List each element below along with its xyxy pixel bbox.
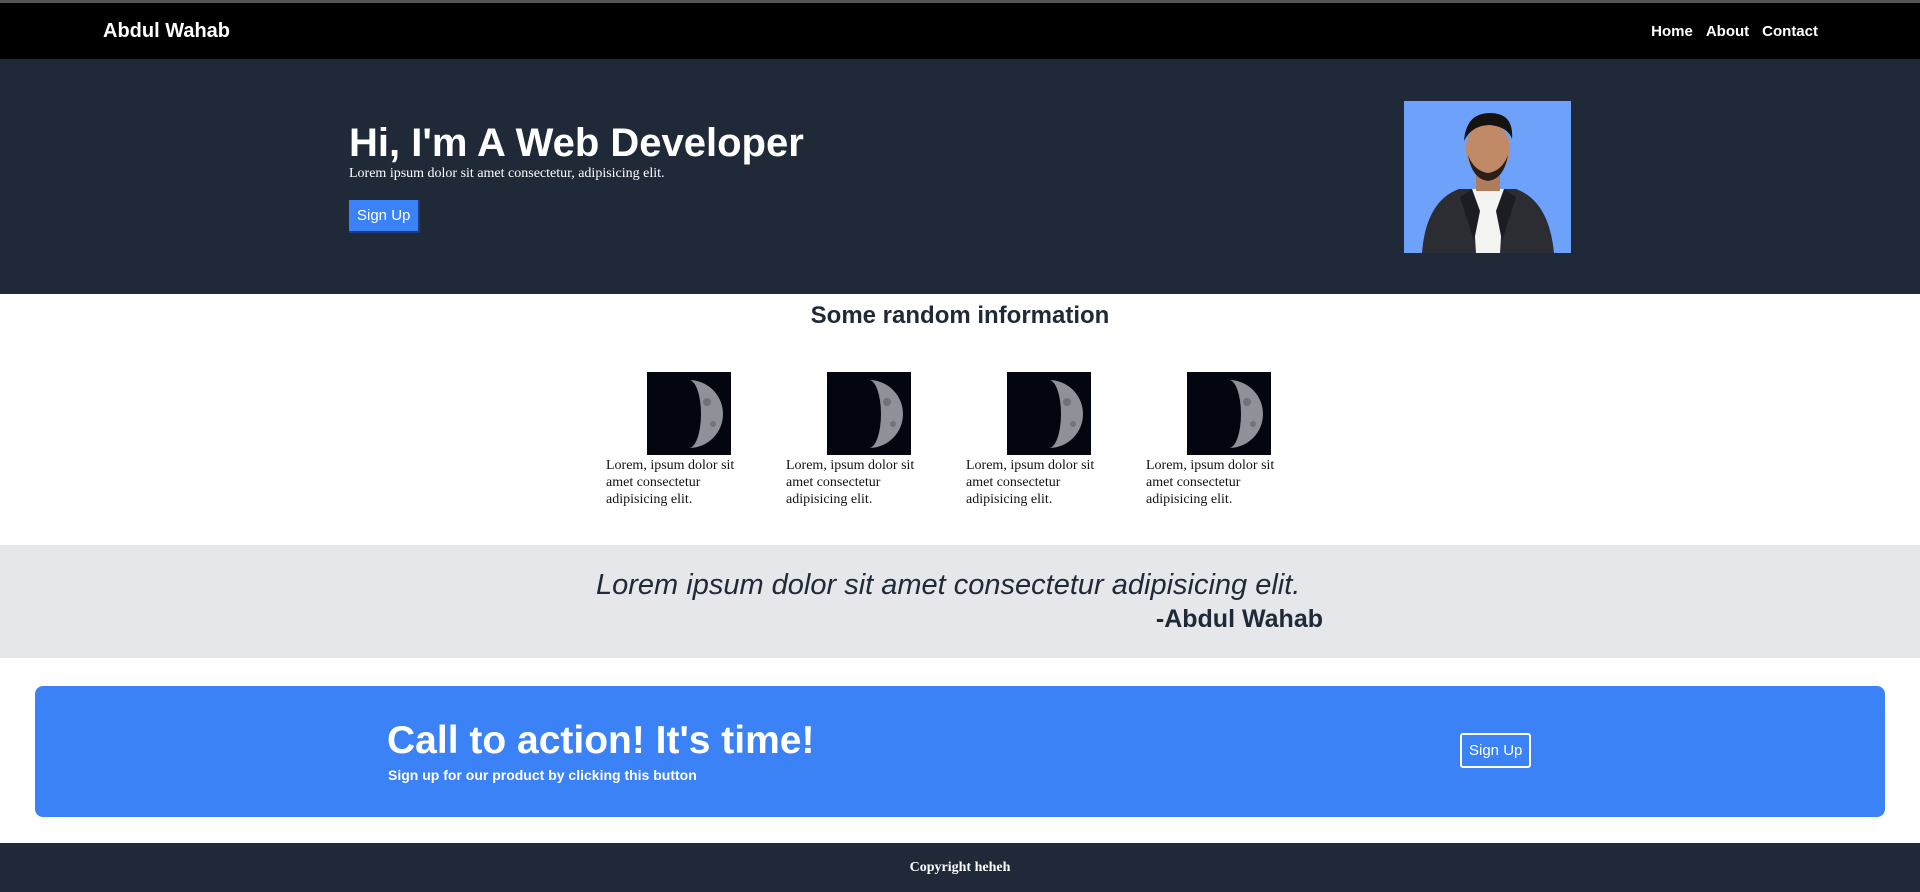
moon-image	[647, 372, 731, 455]
cta-box: Call to action! It's time! Sign up for o…	[35, 686, 1885, 817]
cta-subtitle: Sign up for our product by clicking this…	[388, 767, 697, 783]
nav-links: Home About Contact	[1651, 23, 1818, 40]
info-title: Some random information	[810, 302, 1110, 329]
info-card: Lorem, ipsum dolor sit amet consectetur …	[966, 372, 1106, 508]
cta-signup-button[interactable]: Sign Up	[1460, 733, 1532, 768]
profile-photo	[1404, 101, 1571, 253]
quote-section: Lorem ipsum dolor sit amet consectetur a…	[0, 545, 1920, 658]
hero-subtitle: Lorem ipsum dolor sit amet consectetur, …	[349, 166, 665, 181]
info-section: Some random information Lorem, ipsum dol…	[0, 294, 1920, 545]
info-card: Lorem, ipsum dolor sit amet consectetur …	[1146, 372, 1286, 508]
nav-link-about[interactable]: About	[1706, 23, 1749, 40]
cta-section: Call to action! It's time! Sign up for o…	[0, 658, 1920, 843]
info-card: Lorem, ipsum dolor sit amet consectetur …	[606, 372, 746, 508]
brand-logo[interactable]: Abdul Wahab	[103, 20, 230, 43]
nav-link-home[interactable]: Home	[1651, 23, 1693, 40]
nav-link-contact[interactable]: Contact	[1762, 23, 1818, 40]
moon-icon	[1187, 372, 1271, 455]
hero-title: Hi, I'm A Web Developer	[349, 121, 804, 165]
footer: Copyright heheh	[0, 843, 1920, 892]
moon-icon	[647, 372, 731, 455]
info-card: Lorem, ipsum dolor sit amet consectetur …	[786, 372, 926, 508]
quote-author: -Abdul Wahab	[1155, 605, 1323, 633]
profile-photo-icon	[1404, 101, 1571, 253]
card-text: Lorem, ipsum dolor sit amet consectetur …	[966, 458, 1095, 507]
hero-signup-button[interactable]: Sign Up	[349, 200, 421, 233]
info-cards: Lorem, ipsum dolor sit amet consectetur …	[606, 372, 1286, 508]
navbar: Abdul Wahab Home About Contact	[0, 3, 1920, 59]
moon-image	[1187, 372, 1271, 455]
card-text: Lorem, ipsum dolor sit amet consectetur …	[786, 458, 915, 507]
moon-icon	[1007, 372, 1091, 455]
footer-copyright: Copyright heheh	[909, 859, 1011, 875]
moon-image	[1007, 372, 1091, 455]
card-text: Lorem, ipsum dolor sit amet consectetur …	[1146, 458, 1275, 507]
moon-icon	[827, 372, 911, 455]
card-text: Lorem, ipsum dolor sit amet consectetur …	[606, 458, 735, 507]
moon-image	[827, 372, 911, 455]
quote-text: Lorem ipsum dolor sit amet consectetur a…	[596, 569, 1301, 601]
cta-title: Call to action! It's time!	[387, 719, 815, 762]
hero-text: Hi, I'm A Web Developer Lorem ipsum dolo…	[349, 120, 804, 233]
hero-section: Hi, I'm A Web Developer Lorem ipsum dolo…	[0, 59, 1920, 294]
